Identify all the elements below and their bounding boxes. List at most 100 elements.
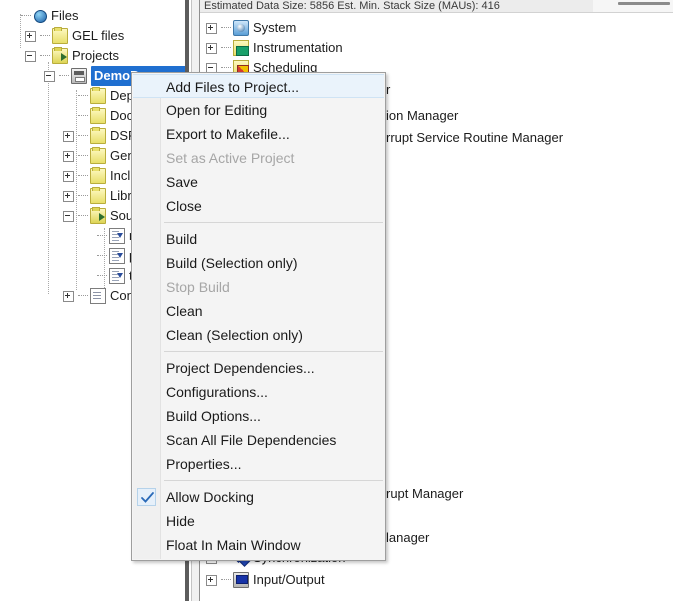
- menu-item-label: Build Options...: [166, 408, 261, 424]
- instrumentation-icon: [233, 40, 249, 56]
- menu-item-float-in-main-window[interactable]: Float In Main Window: [132, 533, 385, 557]
- collapse-minus-icon[interactable]: [63, 210, 74, 222]
- menu-item-label: Open for Editing: [166, 102, 268, 118]
- folder-icon: [90, 87, 106, 104]
- tree-connector-dots: [59, 75, 69, 77]
- tree-item-files[interactable]: Files: [6, 6, 78, 26]
- tree-connector-dots: [78, 95, 88, 97]
- folder-icon: [90, 127, 106, 144]
- menu-separator: [164, 351, 383, 352]
- folder-icon: [52, 27, 68, 44]
- menu-item-scan-all-file-dependencies[interactable]: Scan All File Dependencies: [132, 428, 385, 452]
- menu-item-project-dependencies[interactable]: Project Dependencies...: [132, 356, 385, 380]
- menu-item-export-to-makefile[interactable]: Export to Makefile...: [132, 122, 385, 146]
- menu-item-save[interactable]: Save: [132, 170, 385, 194]
- tree-item-label: Projects: [72, 48, 119, 63]
- collapse-minus-icon[interactable]: [44, 70, 55, 82]
- tree-connector-dots: [221, 67, 231, 69]
- menu-item-label: Allow Docking: [166, 489, 254, 505]
- tree-connector-dots: [78, 295, 88, 297]
- expand-plus-icon[interactable]: [25, 30, 36, 42]
- menu-item-label: Export to Makefile...: [166, 126, 290, 142]
- tree-connector-dots: [40, 35, 50, 37]
- menu-item-label: Save: [166, 174, 198, 190]
- folder-open-icon: [90, 207, 106, 224]
- menu-item-build-selection-only[interactable]: Build (Selection only): [132, 251, 385, 275]
- expand-plus-icon[interactable]: [63, 130, 74, 142]
- config-tree-item[interactable]: Instrumentation: [206, 38, 343, 58]
- expand-plus-icon[interactable]: [206, 574, 217, 586]
- menu-item-label: Clean: [166, 303, 203, 319]
- folder-icon: [90, 187, 106, 204]
- menu-item-label: Project Dependencies...: [166, 360, 315, 376]
- menu-item-label: Add Files to Project...: [166, 79, 300, 95]
- expand-plus-icon[interactable]: [206, 42, 217, 54]
- expand-plus-icon[interactable]: [63, 150, 74, 162]
- tree-connector-dots: [78, 175, 88, 177]
- menu-item-close[interactable]: Close: [132, 194, 385, 218]
- estimated-size-text: Estimated Data Size: 5856 Est. Min. Stac…: [204, 0, 500, 12]
- project-icon: [71, 68, 87, 84]
- tree-guide-line: [48, 62, 49, 294]
- collapse-minus-icon[interactable]: [25, 50, 36, 62]
- menu-item-label: Clean (Selection only): [166, 327, 303, 343]
- horizontal-scrollbar-track[interactable]: [593, 0, 673, 12]
- menu-item-configurations[interactable]: Configurations...: [132, 380, 385, 404]
- menu-item-clean-selection-only[interactable]: Clean (Selection only): [132, 323, 385, 347]
- config-tree-item-label: ion Manager: [386, 108, 459, 123]
- estimated-size-status-strip: Estimated Data Size: 5856 Est. Min. Stac…: [200, 0, 673, 13]
- menu-item-label: Configurations...: [166, 384, 268, 400]
- tree-item-gel-files[interactable]: GEL files: [25, 26, 124, 46]
- menu-item-hide[interactable]: Hide: [132, 509, 385, 533]
- menu-item-properties[interactable]: Properties...: [132, 452, 385, 476]
- tree-connector-dots: [97, 255, 107, 257]
- checkmark-icon: [137, 488, 156, 506]
- menu-item-allow-docking[interactable]: Allow Docking: [132, 485, 385, 509]
- config-tree-item[interactable]: Input/Output: [206, 570, 325, 590]
- config-tree-item-label: rrupt Service Routine Manager: [386, 130, 564, 145]
- folder-icon: [90, 107, 106, 124]
- expand-plus-icon[interactable]: [63, 190, 74, 202]
- globe-icon: [34, 9, 47, 23]
- expand-plus-icon[interactable]: [63, 170, 74, 182]
- menu-item-add-files-to-project[interactable]: Add Files to Project...: [133, 74, 384, 98]
- menu-item-open-for-editing[interactable]: Open for Editing: [132, 98, 385, 122]
- tree-connector-dots: [21, 15, 31, 17]
- tree-item-projects[interactable]: Projects: [25, 46, 119, 66]
- menu-item-label: Build: [166, 231, 198, 247]
- config-tree-item[interactable]: rrupt Service Routine Manager: [386, 128, 563, 148]
- config-tree-item-label: r: [386, 82, 391, 97]
- menu-item-build-options[interactable]: Build Options...: [132, 404, 385, 428]
- project-context-menu[interactable]: Add Files to Project... Open for Editing E…: [131, 72, 386, 561]
- menu-item-set-as-active-project: Set as Active Project: [132, 146, 385, 170]
- menu-item-label: Close: [166, 198, 202, 214]
- config-tree-item-label: lanager: [386, 530, 430, 545]
- config-tree-item[interactable]: r: [386, 80, 390, 100]
- menu-item-label: Float In Main Window: [166, 537, 301, 553]
- horizontal-scrollbar-thumb[interactable]: [618, 2, 670, 5]
- config-tree-item[interactable]: lanager: [386, 528, 429, 548]
- tree-item-label: Files: [51, 8, 79, 23]
- tree-connector-dots: [221, 579, 231, 581]
- tree-connector-dots: [97, 275, 107, 277]
- tree-connector-dots: [97, 235, 107, 237]
- menu-separator: [164, 480, 383, 481]
- expand-plus-icon[interactable]: [206, 22, 217, 34]
- system-icon: [233, 20, 249, 36]
- tree-connector-dots: [221, 27, 231, 29]
- expand-plus-icon[interactable]: [63, 290, 74, 302]
- tree-connector-dots: [78, 215, 88, 217]
- source-file-icon: [109, 248, 125, 264]
- menu-item-build[interactable]: Build: [132, 227, 385, 251]
- menu-item-label: Build (Selection only): [166, 255, 298, 271]
- ccs-project-view-window: FilesGEL filesProjectsDemoPro.DependDocu…: [0, 0, 673, 601]
- config-tree-item-label: System: [253, 20, 297, 35]
- menu-item-clean[interactable]: Clean: [132, 299, 385, 323]
- config-tree-item[interactable]: ion Manager: [386, 106, 458, 126]
- tree-connector-dots: [78, 155, 88, 157]
- config-tree-item[interactable]: System: [206, 18, 296, 38]
- config-tree-item[interactable]: rupt Manager: [386, 484, 463, 504]
